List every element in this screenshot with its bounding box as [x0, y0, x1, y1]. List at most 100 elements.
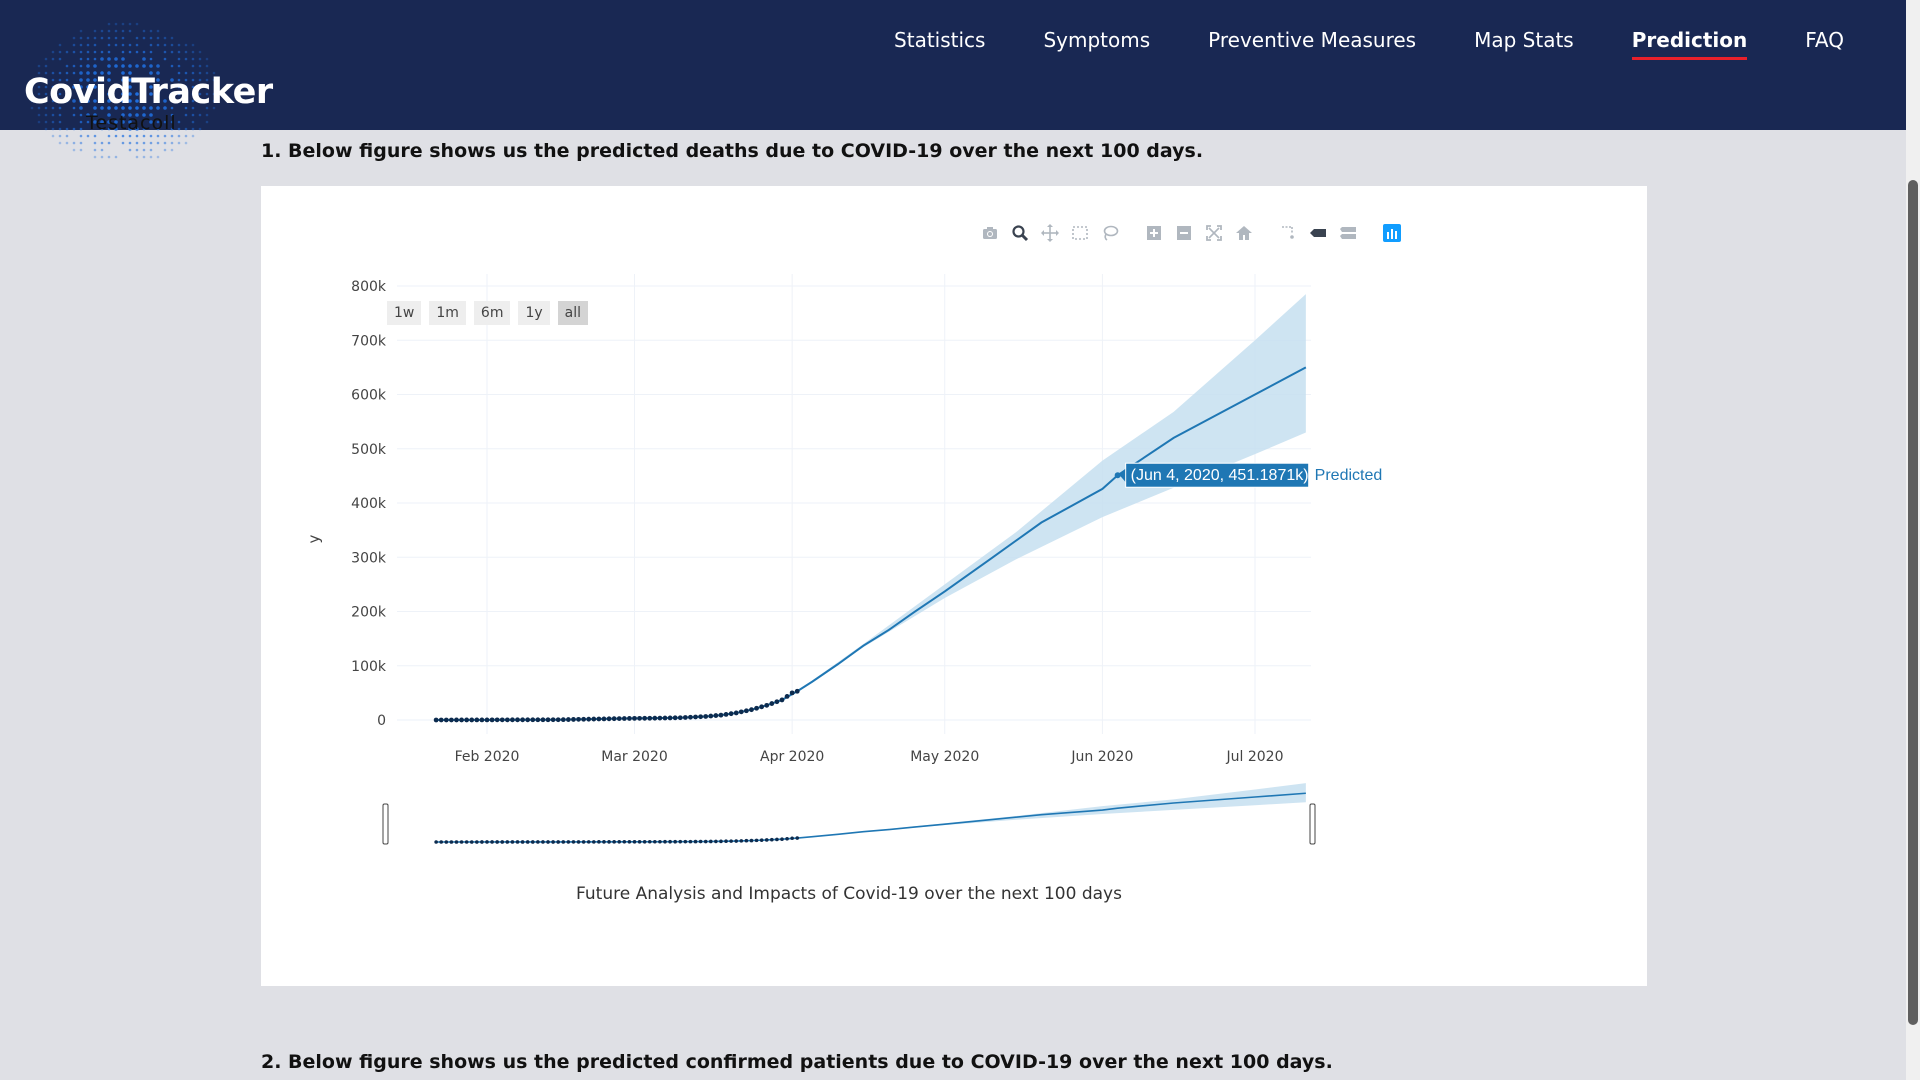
rangeslider-point: [582, 840, 586, 844]
actual-point: [449, 718, 454, 723]
nav-preventive-measures[interactable]: Preventive Measures: [1208, 28, 1416, 52]
actual-point: [480, 717, 485, 722]
actual-point: [510, 717, 515, 722]
rangeslider-point: [684, 840, 688, 844]
rangeslider-right-handle: [1310, 804, 1315, 844]
nav-faq[interactable]: FAQ: [1805, 28, 1844, 52]
range-1w-button[interactable]: 1w: [387, 301, 421, 325]
hover-closest-icon[interactable]: [1307, 222, 1329, 244]
rangeslider-point: [755, 839, 759, 843]
rangeslider-point: [602, 840, 606, 844]
rangeslider-point: [490, 840, 494, 844]
zoom-in-icon[interactable]: [1143, 222, 1165, 244]
actual-point: [556, 717, 561, 722]
actual-point: [744, 708, 749, 713]
actual-point: [500, 717, 505, 722]
actual-point: [663, 716, 668, 721]
actual-point: [535, 717, 540, 722]
rangeslider-point: [617, 840, 621, 844]
actual-point: [780, 698, 785, 703]
top-navbar: CovidTracker Testacoll Statistics Sympto…: [0, 0, 1906, 130]
y-tick-label: 500k: [351, 442, 387, 458]
actual-point: [561, 717, 566, 722]
page-scrollbar[interactable]: [1906, 0, 1920, 1080]
actual-point: [617, 716, 622, 721]
actual-point: [703, 714, 708, 719]
rangeslider-point: [561, 840, 565, 844]
rangeslider-point: [704, 840, 708, 844]
actual-point: [668, 716, 673, 721]
range-1m-button[interactable]: 1m: [429, 301, 466, 325]
brand-subtitle: Testacoll: [86, 112, 177, 134]
rangeslider-point: [612, 840, 616, 844]
nav-statistics[interactable]: Statistics: [894, 28, 985, 52]
rangeslider-point: [734, 839, 738, 843]
actual-point: [795, 689, 800, 694]
actual-point: [678, 715, 683, 720]
actual-point: [647, 716, 652, 721]
rangeslider-point: [592, 840, 596, 844]
range-all-button[interactable]: all: [558, 301, 588, 325]
y-tick-label: 800k: [351, 279, 387, 295]
rangeslider-point: [740, 839, 744, 843]
nav-map-stats[interactable]: Map Stats: [1474, 28, 1574, 52]
actual-point: [469, 718, 474, 723]
rangeslider-point: [750, 839, 754, 843]
rangeslider-point: [795, 836, 799, 840]
rangeslider-point: [633, 840, 637, 844]
actual-point: [434, 718, 439, 723]
actual-point: [693, 715, 698, 720]
rangeslider-point: [719, 840, 723, 844]
zoom-icon[interactable]: [1009, 222, 1031, 244]
reset-axes-icon[interactable]: [1233, 222, 1255, 244]
main-nav: Statistics Symptoms Preventive Measures …: [836, 28, 1844, 52]
brand-logo[interactable]: CovidTracker Testacoll: [24, 20, 244, 170]
pan-icon[interactable]: [1039, 222, 1061, 244]
actual-point: [444, 718, 449, 723]
actual-point: [622, 716, 627, 721]
plotly-logo-icon[interactable]: [1381, 222, 1403, 244]
actual-point: [591, 717, 596, 722]
y-tick-label: 600k: [351, 388, 387, 404]
actual-point: [652, 716, 657, 721]
rangeslider-point: [790, 836, 794, 840]
rangeslider-point: [724, 839, 728, 843]
actual-point: [790, 690, 795, 695]
actual-point: [551, 717, 556, 722]
camera-icon[interactable]: [979, 222, 1001, 244]
rangeslider-point: [506, 840, 510, 844]
lasso-icon[interactable]: [1099, 222, 1121, 244]
range-selector: 1w 1m 6m 1y all: [387, 301, 596, 325]
rangeslider-point: [673, 840, 677, 844]
spike-lines-icon[interactable]: [1277, 222, 1299, 244]
actual-point: [764, 703, 769, 708]
actual-point: [739, 709, 744, 714]
range-1y-button[interactable]: 1y: [518, 301, 549, 325]
actual-point: [571, 717, 576, 722]
y-tick-label: 100k: [351, 659, 387, 675]
y-tick-label: 300k: [351, 550, 387, 566]
actual-point: [454, 718, 459, 723]
plot-modebar: [979, 222, 1411, 244]
box-select-icon[interactable]: [1069, 222, 1091, 244]
rangeslider-point: [536, 840, 540, 844]
actual-point: [515, 717, 520, 722]
range-6m-button[interactable]: 6m: [474, 301, 511, 325]
hover-compare-icon[interactable]: [1337, 222, 1359, 244]
nav-prediction[interactable]: Prediction: [1632, 28, 1748, 52]
zoom-out-icon[interactable]: [1173, 222, 1195, 244]
rangeslider-point: [694, 840, 698, 844]
autoscale-icon[interactable]: [1203, 222, 1225, 244]
x-tick-label: Apr 2020: [760, 749, 824, 765]
rangeslider-point: [480, 840, 484, 844]
scrollbar-thumb[interactable]: [1908, 180, 1918, 1025]
actual-point: [464, 718, 469, 723]
rangeslider-point: [541, 840, 545, 844]
rangeslider-point: [434, 840, 438, 844]
rangeslider-point: [663, 840, 667, 844]
nav-symptoms[interactable]: Symptoms: [1043, 28, 1150, 52]
rangeslider-point: [526, 840, 530, 844]
actual-point: [546, 717, 551, 722]
rangeslider-point: [511, 840, 515, 844]
rangeslider-point: [643, 840, 647, 844]
